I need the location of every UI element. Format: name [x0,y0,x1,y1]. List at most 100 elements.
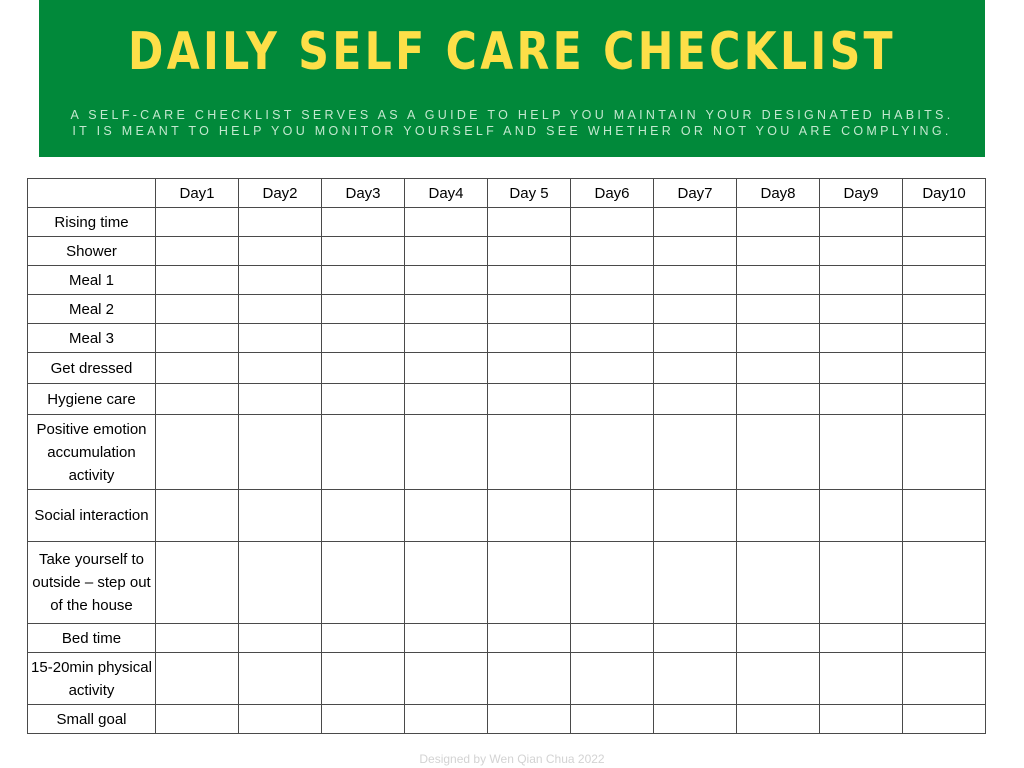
check-cell[interactable] [902,652,986,705]
check-cell[interactable] [653,383,737,415]
check-cell[interactable] [404,704,488,734]
check-cell[interactable] [321,207,405,237]
check-cell[interactable] [570,704,654,734]
check-cell[interactable] [487,652,571,705]
check-cell[interactable] [736,294,820,324]
check-cell[interactable] [736,541,820,624]
check-cell[interactable] [570,383,654,415]
check-cell[interactable] [155,541,239,624]
check-cell[interactable] [902,207,986,237]
check-cell[interactable] [902,294,986,324]
check-cell[interactable] [570,294,654,324]
check-cell[interactable] [819,207,903,237]
check-cell[interactable] [570,207,654,237]
check-cell[interactable] [736,352,820,384]
check-cell[interactable] [487,383,571,415]
check-cell[interactable] [570,323,654,353]
check-cell[interactable] [819,541,903,624]
check-cell[interactable] [736,236,820,266]
check-cell[interactable] [570,414,654,490]
check-cell[interactable] [570,489,654,542]
check-cell[interactable] [238,294,322,324]
check-cell[interactable] [321,652,405,705]
check-cell[interactable] [902,236,986,266]
check-cell[interactable] [819,294,903,324]
check-cell[interactable] [653,265,737,295]
check-cell[interactable] [487,236,571,266]
check-cell[interactable] [487,489,571,542]
check-cell[interactable] [238,265,322,295]
check-cell[interactable] [902,265,986,295]
check-cell[interactable] [155,704,239,734]
check-cell[interactable] [653,236,737,266]
check-cell[interactable] [736,414,820,490]
check-cell[interactable] [404,265,488,295]
check-cell[interactable] [155,623,239,653]
check-cell[interactable] [653,541,737,624]
check-cell[interactable] [487,704,571,734]
check-cell[interactable] [487,207,571,237]
check-cell[interactable] [321,352,405,384]
check-cell[interactable] [902,623,986,653]
check-cell[interactable] [819,383,903,415]
check-cell[interactable] [321,623,405,653]
check-cell[interactable] [155,236,239,266]
check-cell[interactable] [653,704,737,734]
check-cell[interactable] [321,704,405,734]
check-cell[interactable] [653,323,737,353]
check-cell[interactable] [155,265,239,295]
check-cell[interactable] [653,623,737,653]
check-cell[interactable] [570,236,654,266]
check-cell[interactable] [238,623,322,653]
check-cell[interactable] [238,352,322,384]
check-cell[interactable] [404,236,488,266]
check-cell[interactable] [404,414,488,490]
check-cell[interactable] [736,652,820,705]
check-cell[interactable] [902,352,986,384]
check-cell[interactable] [819,623,903,653]
check-cell[interactable] [736,704,820,734]
check-cell[interactable] [736,383,820,415]
check-cell[interactable] [404,352,488,384]
check-cell[interactable] [238,489,322,542]
check-cell[interactable] [487,623,571,653]
check-cell[interactable] [155,207,239,237]
check-cell[interactable] [902,489,986,542]
check-cell[interactable] [819,704,903,734]
check-cell[interactable] [819,352,903,384]
check-cell[interactable] [736,623,820,653]
check-cell[interactable] [653,352,737,384]
check-cell[interactable] [404,623,488,653]
check-cell[interactable] [570,623,654,653]
check-cell[interactable] [321,414,405,490]
check-cell[interactable] [902,414,986,490]
check-cell[interactable] [653,489,737,542]
check-cell[interactable] [238,652,322,705]
check-cell[interactable] [155,383,239,415]
check-cell[interactable] [902,541,986,624]
check-cell[interactable] [653,414,737,490]
check-cell[interactable] [487,294,571,324]
check-cell[interactable] [819,414,903,490]
check-cell[interactable] [404,207,488,237]
check-cell[interactable] [321,489,405,542]
check-cell[interactable] [155,323,239,353]
check-cell[interactable] [155,352,239,384]
check-cell[interactable] [902,704,986,734]
check-cell[interactable] [238,541,322,624]
check-cell[interactable] [238,414,322,490]
check-cell[interactable] [902,383,986,415]
check-cell[interactable] [238,323,322,353]
check-cell[interactable] [238,207,322,237]
check-cell[interactable] [902,323,986,353]
check-cell[interactable] [238,236,322,266]
check-cell[interactable] [155,294,239,324]
check-cell[interactable] [819,652,903,705]
check-cell[interactable] [321,383,405,415]
check-cell[interactable] [321,541,405,624]
check-cell[interactable] [487,414,571,490]
check-cell[interactable] [404,294,488,324]
check-cell[interactable] [321,236,405,266]
check-cell[interactable] [653,294,737,324]
check-cell[interactable] [404,489,488,542]
